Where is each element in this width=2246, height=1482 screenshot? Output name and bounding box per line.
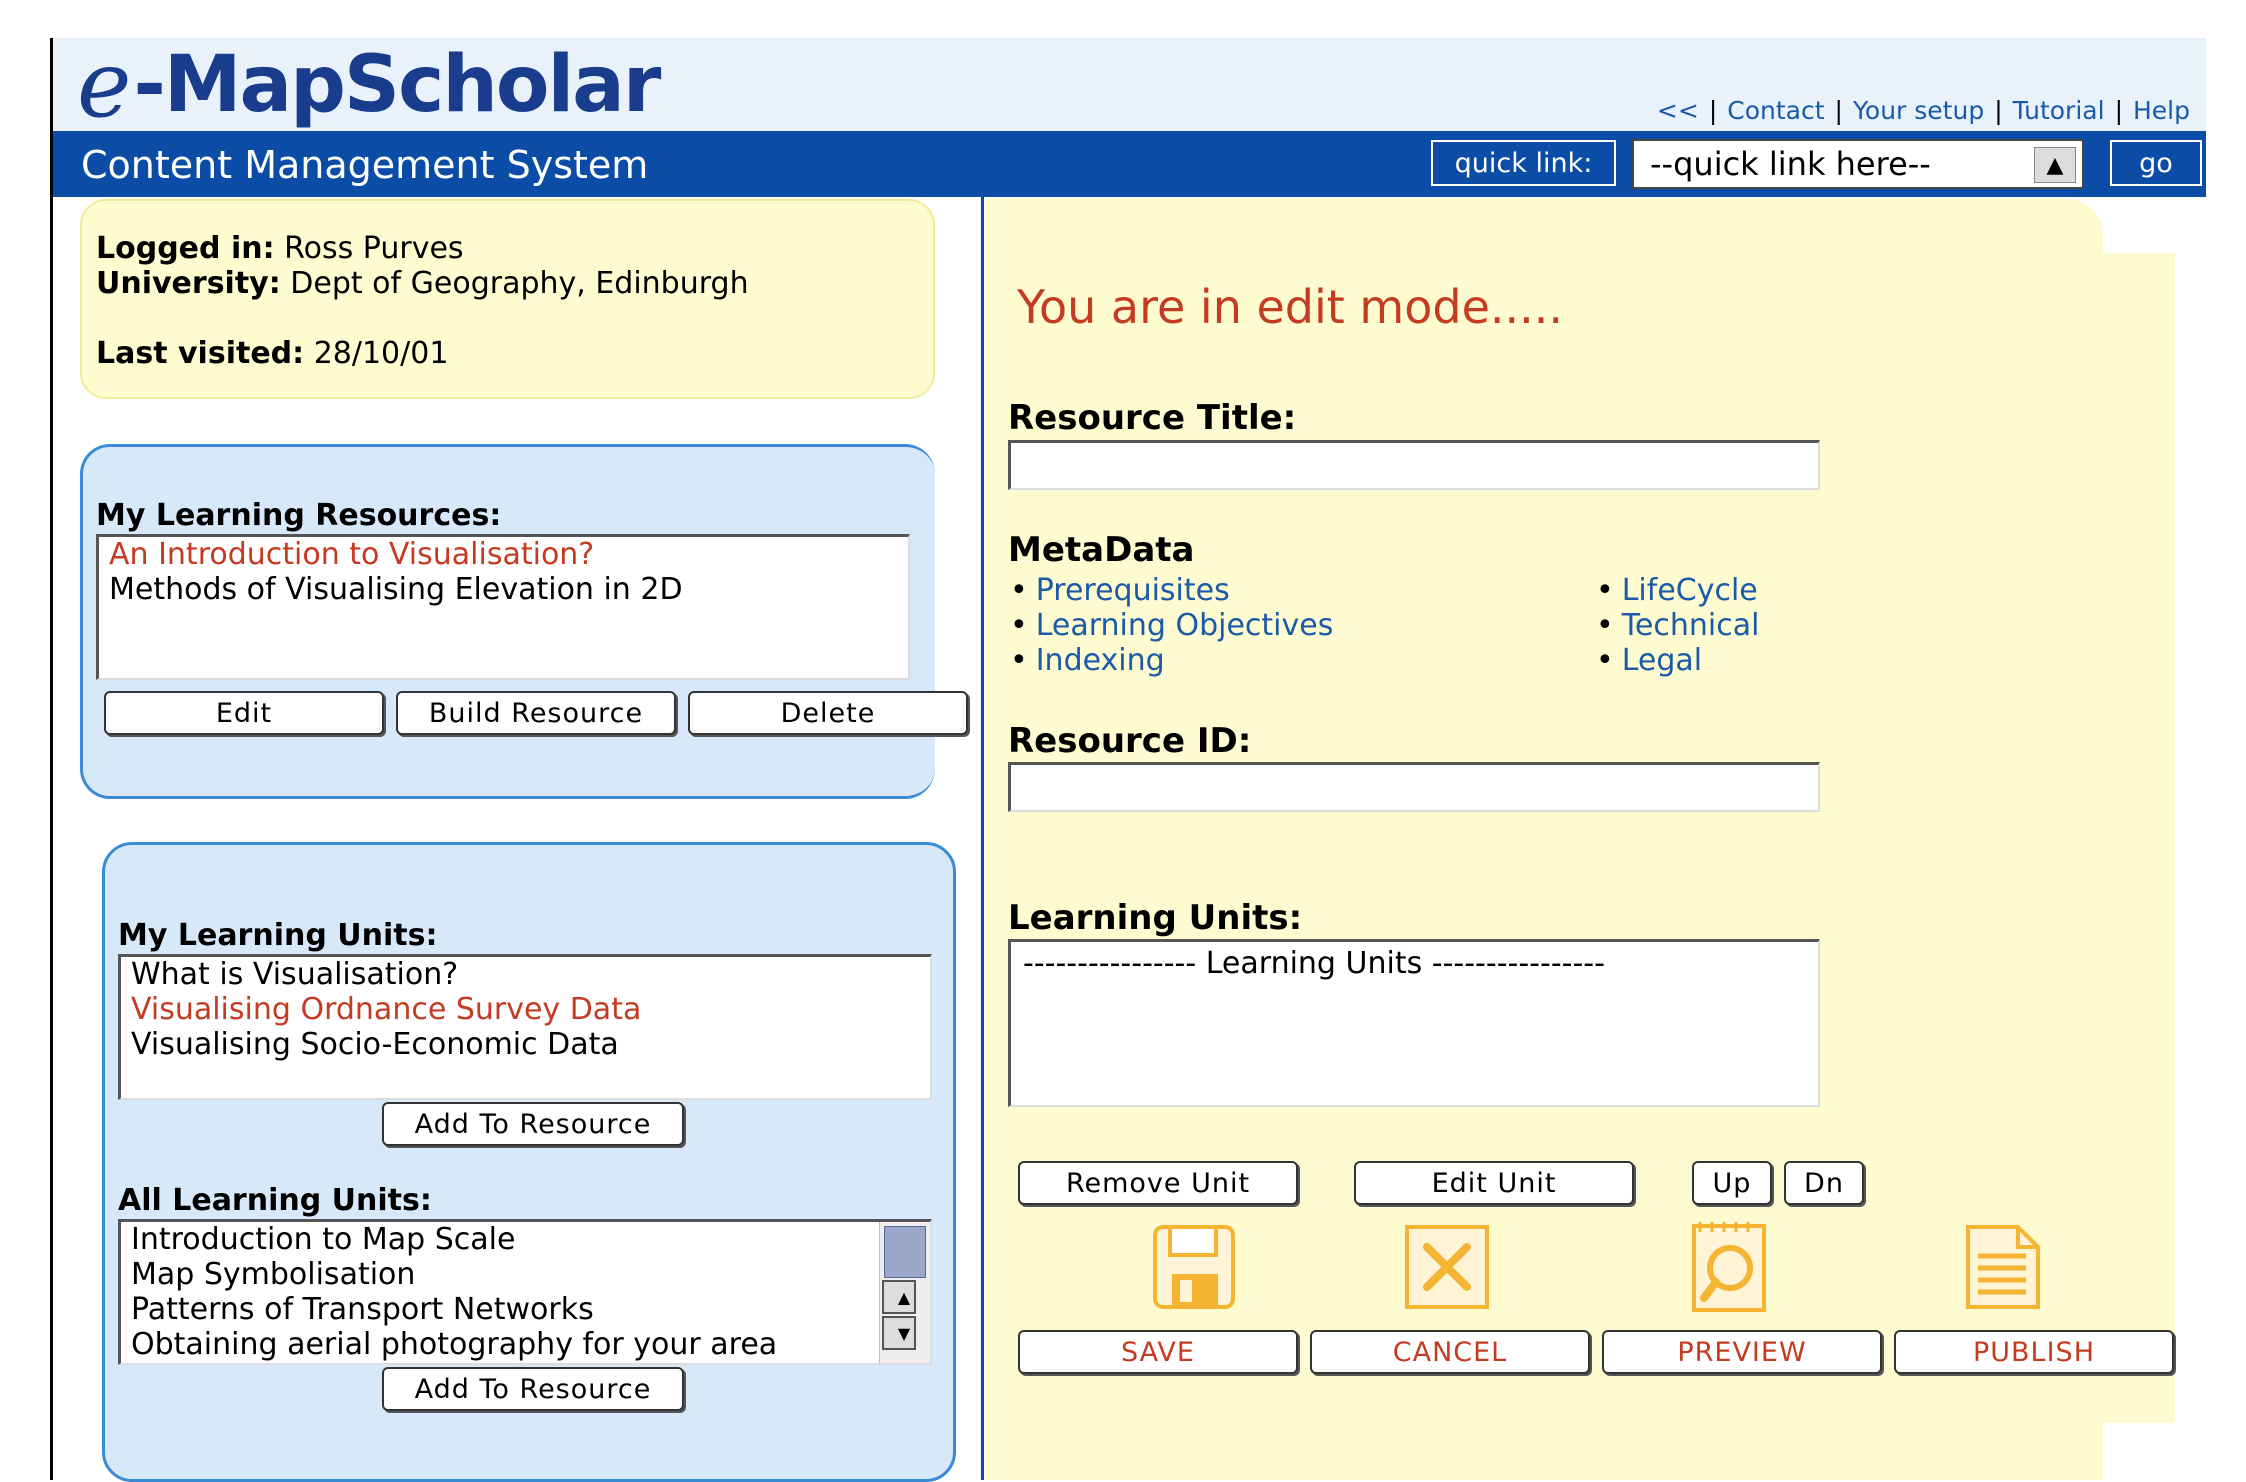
list-item[interactable]: Visualising Ordnance Survey Data (121, 992, 930, 1027)
list-item[interactable]: Methods of Visualising Elevation in 2D (99, 572, 908, 607)
cancel-x-icon[interactable] (1402, 1222, 1492, 1312)
metadata-link-legal[interactable]: • Legal (1596, 643, 1702, 678)
resource-id-label: Resource ID: (1008, 721, 1252, 761)
logged-in-line: Logged in: Ross Purves (96, 231, 464, 266)
metadata-link-technical[interactable]: • Technical (1596, 608, 1759, 643)
edit-resource-button[interactable]: Edit (104, 691, 384, 735)
university-line: University: Dept of Geography, Edinburgh (96, 266, 749, 301)
list-item[interactable]: Introduction to Map Scale (121, 1222, 930, 1257)
login-info-panel: Logged in: Ross Purves University: Dept … (80, 199, 935, 399)
university-label: University: (96, 266, 281, 301)
my-learning-units-list[interactable]: What is Visualisation? Visualising Ordna… (118, 954, 932, 1100)
add-my-unit-to-resource-button[interactable]: Add To Resource (382, 1102, 684, 1146)
select-arrows-icon[interactable]: ▲ (2034, 147, 2076, 183)
your-setup-link[interactable]: Your setup (1853, 96, 1984, 125)
list-item[interactable]: Obtaining aerial photography for your ar… (121, 1327, 930, 1362)
move-up-button[interactable]: Up (1692, 1161, 1772, 1205)
edit-mode-message: You are in edit mode..... (1017, 280, 1563, 334)
my-learning-resources-heading: My Learning Resources: (96, 498, 502, 533)
go-button[interactable]: go (2110, 140, 2202, 186)
contact-link[interactable]: Contact (1727, 96, 1824, 125)
edit-panel-extension (2103, 253, 2175, 1423)
last-visited-label: Last visited: (96, 336, 305, 371)
delete-resource-button[interactable]: Delete (688, 691, 968, 735)
resource-learning-units-list[interactable]: ---------------- Learning Units --------… (1008, 939, 1820, 1107)
back-link[interactable]: << (1657, 96, 1699, 125)
all-learning-units-heading: All Learning Units: (118, 1183, 432, 1218)
logged-in-user: Ross Purves (284, 231, 464, 266)
e-mapscholar-logo: e -MapScholar (77, 31, 661, 138)
university-value: Dept of Geography, Edinburgh (290, 266, 749, 301)
metadata-label: MetaData (1008, 530, 1195, 570)
metadata-link-lifecycle[interactable]: • LifeCycle (1596, 573, 1758, 608)
logged-in-label: Logged in: (96, 231, 275, 266)
resource-id-field[interactable] (1008, 762, 1820, 812)
preview-button[interactable]: PREVIEW (1602, 1330, 1882, 1374)
top-links: << | Contact | Your setup | Tutorial | Help (1656, 96, 2190, 125)
list-item[interactable]: An Introduction to Visualisation? (99, 537, 908, 572)
quick-link-select[interactable]: --quick link here-- ▲ (1632, 139, 2084, 189)
list-item[interactable]: Patterns of Transport Networks (121, 1292, 930, 1327)
my-learning-units-heading: My Learning Units: (118, 918, 438, 953)
cms-title: Content Management System (81, 143, 649, 187)
page-frame-line (50, 38, 53, 1480)
metadata-link-learning-objectives[interactable]: • Learning Objectives (1010, 608, 1333, 643)
learning-units-label: Learning Units: (1008, 898, 1303, 938)
last-visited-value: 28/10/01 (313, 336, 449, 371)
list-scrollbar[interactable]: ▲ ▼ (879, 1222, 930, 1363)
logo-text: -MapScholar (133, 39, 661, 130)
add-unit-to-resource-button[interactable]: Add To Resource (382, 1367, 684, 1411)
metadata-link-indexing[interactable]: • Indexing (1010, 643, 1165, 678)
resource-title-label: Resource Title: (1008, 398, 1297, 438)
scroll-up-icon[interactable]: ▲ (882, 1280, 916, 1314)
preview-magnifier-icon[interactable] (1686, 1218, 1776, 1312)
scroll-down-icon[interactable]: ▼ (882, 1316, 916, 1350)
floppy-disk-icon[interactable] (1150, 1222, 1240, 1312)
metadata-link-prerequisites[interactable]: • Prerequisites (1010, 573, 1230, 608)
all-learning-units-list[interactable]: Introduction to Map Scale Map Symbolisat… (118, 1219, 932, 1365)
edit-unit-button[interactable]: Edit Unit (1354, 1161, 1634, 1205)
title-bar: Content Management System quick link: --… (53, 131, 2206, 197)
help-link[interactable]: Help (2133, 96, 2190, 125)
cancel-button[interactable]: CANCEL (1310, 1330, 1590, 1374)
list-item[interactable]: What is Visualisation? (121, 957, 930, 992)
publish-document-icon[interactable] (1960, 1222, 2050, 1312)
quick-link-value: --quick link here-- (1650, 145, 1931, 183)
quick-link-label: quick link: (1431, 140, 1616, 186)
save-button[interactable]: SAVE (1018, 1330, 1298, 1374)
move-down-button[interactable]: Dn (1784, 1161, 1864, 1205)
list-item[interactable]: Visualising Socio-Economic Data (121, 1027, 930, 1062)
tutorial-link[interactable]: Tutorial (2013, 96, 2105, 125)
column-divider (981, 197, 984, 1480)
site-header: e -MapScholar << | Contact | Your setup | Tuto… (53, 31, 2206, 138)
publish-button[interactable]: PUBLISH (1894, 1330, 2174, 1374)
logo-e: e (77, 31, 131, 138)
last-visited-line: Last visited: 28/10/01 (96, 336, 448, 371)
build-resource-button[interactable]: Build Resource (396, 691, 676, 735)
resource-title-field[interactable] (1008, 440, 1820, 490)
list-item[interactable]: Map Symbolisation (121, 1257, 930, 1292)
learning-units-placeholder: ---------------- Learning Units --------… (1023, 946, 1605, 981)
scrollbar-thumb[interactable] (884, 1226, 926, 1278)
remove-unit-button[interactable]: Remove Unit (1018, 1161, 1298, 1205)
learning-resources-list[interactable]: An Introduction to Visualisation? Method… (96, 534, 910, 680)
